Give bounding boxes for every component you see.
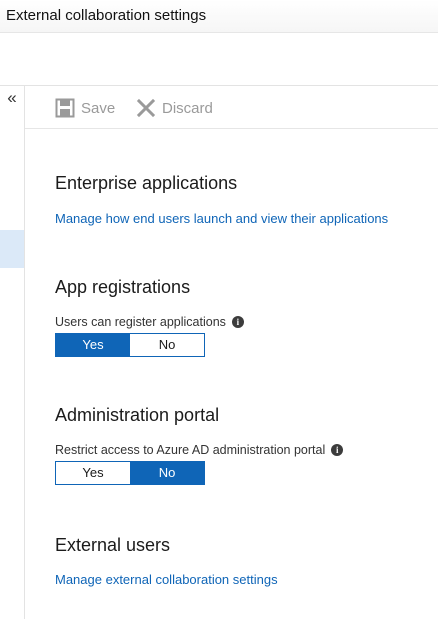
left-rail: « bbox=[0, 86, 25, 619]
save-icon bbox=[55, 98, 75, 118]
info-icon[interactable]: i bbox=[331, 444, 344, 456]
save-label: Save bbox=[81, 99, 116, 117]
enterprise-applications-heading: Enterprise applications bbox=[55, 173, 238, 193]
app-registrations-heading: App registrations bbox=[55, 277, 191, 297]
window-title: External collaboration settings bbox=[6, 7, 207, 24]
external-collaboration-link[interactable]: Manage external collaboration settings bbox=[55, 572, 278, 587]
discard-button[interactable]: Discard bbox=[136, 97, 213, 119]
info-icon[interactable]: i bbox=[231, 316, 244, 328]
external-users-heading: External users bbox=[55, 535, 171, 555]
save-button[interactable]: Save bbox=[55, 97, 115, 119]
discard-label: Discard bbox=[162, 99, 213, 117]
restrict-access-label: Restrict access to Azure AD administrati… bbox=[55, 443, 344, 457]
users-can-register-toggle: Yes No bbox=[55, 333, 205, 357]
title-bar: External collaboration settings bbox=[0, 0, 438, 33]
blade-header bbox=[0, 33, 438, 86]
restrict-access-text: Restrict access to Azure AD administrati… bbox=[55, 443, 326, 457]
x-icon bbox=[136, 98, 156, 118]
administration-portal-heading: Administration portal bbox=[55, 405, 220, 425]
users-can-register-label: Users can register applications i bbox=[55, 315, 244, 329]
restrict-access-toggle: Yes No bbox=[55, 461, 205, 485]
restrict-access-yes[interactable]: Yes bbox=[56, 462, 130, 484]
command-bar: Save Discard bbox=[25, 86, 438, 129]
users-can-register-yes[interactable]: Yes bbox=[56, 334, 130, 356]
enterprise-applications-link[interactable]: Manage how end users launch and view the… bbox=[55, 211, 388, 226]
collapse-chevron-icon[interactable]: « bbox=[3, 89, 21, 108]
users-can-register-text: Users can register applications bbox=[55, 315, 226, 329]
rail-selected-item[interactable] bbox=[0, 230, 24, 268]
restrict-access-no[interactable]: No bbox=[130, 462, 204, 484]
users-can-register-no[interactable]: No bbox=[130, 334, 204, 356]
